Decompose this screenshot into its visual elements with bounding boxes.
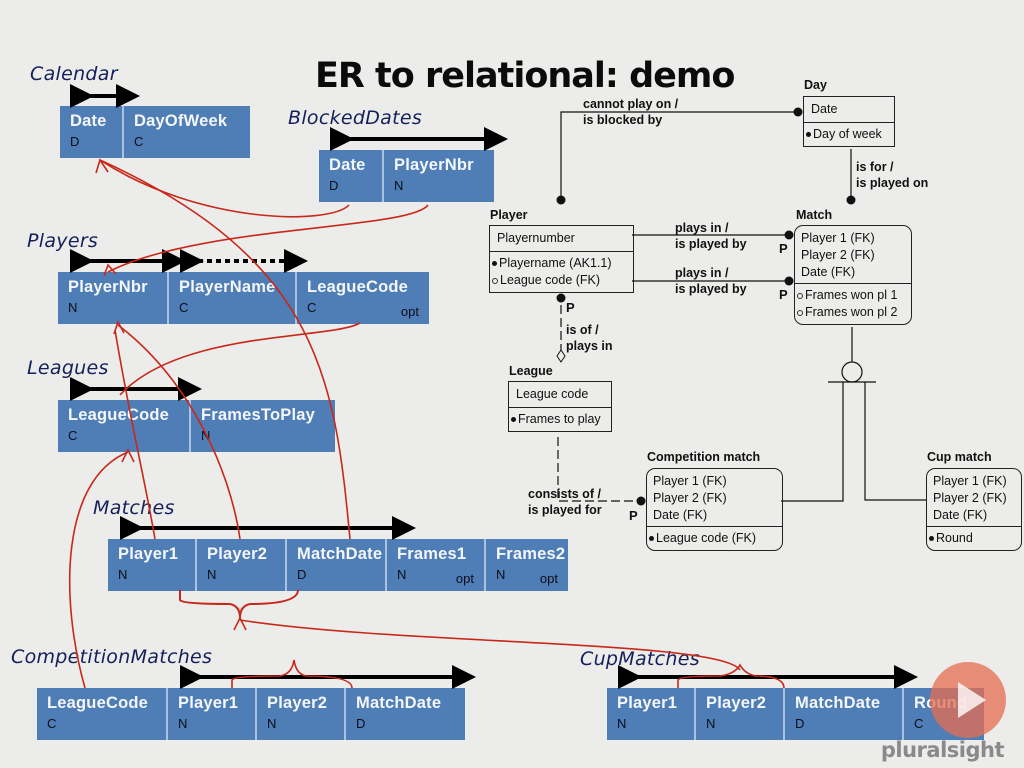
diamond-icon — [556, 349, 566, 363]
subtype-circle-icon — [841, 361, 863, 383]
key-arrows — [70, 84, 918, 689]
er-line-consists-of — [557, 437, 641, 502]
diagram-lines — [68, 84, 926, 689]
er-line-cannot-play-on — [560, 111, 798, 200]
er-line-cup — [864, 382, 926, 501]
er-line-competition — [781, 382, 844, 502]
pluralsight-logo: pluralsight — [880, 738, 1005, 762]
er-dots — [556, 107, 856, 506]
fk-arrows — [68, 158, 785, 689]
play-icon[interactable] — [930, 662, 1006, 738]
